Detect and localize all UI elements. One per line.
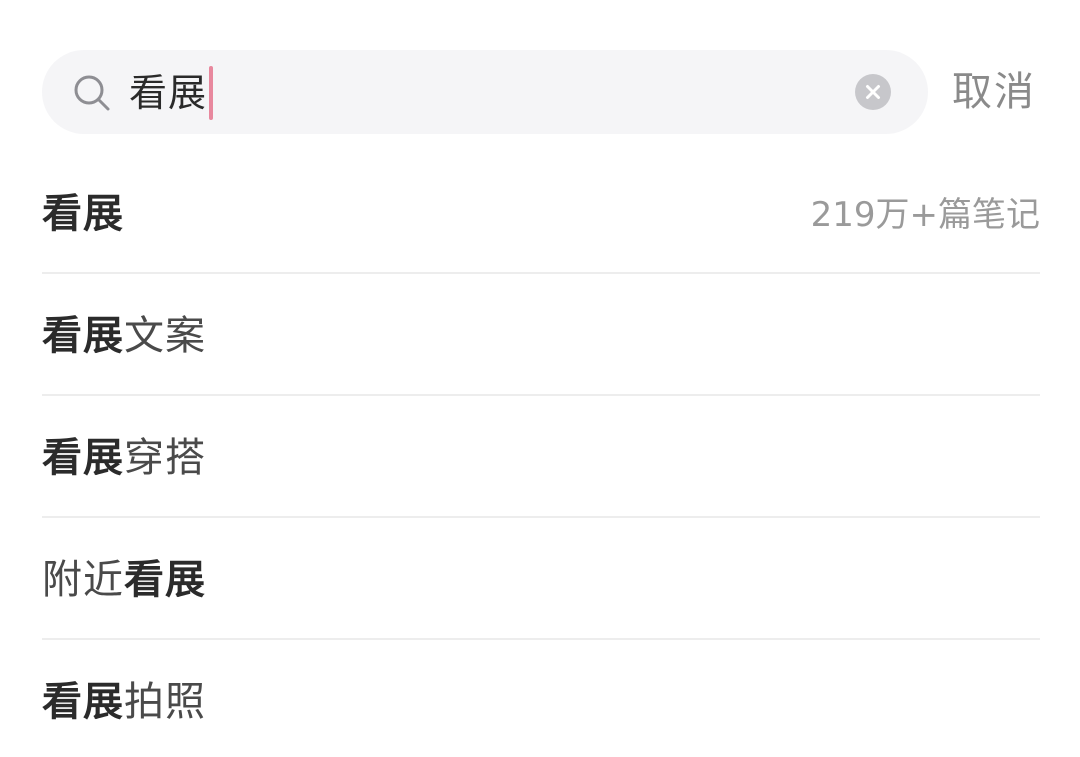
suggestion-item[interactable]: 看展文案 [42,274,1040,396]
suggestion-label: 看展拍照 [42,674,206,730]
suggestion-label: 看展文案 [42,308,206,364]
search-input[interactable]: 看展 [129,66,214,120]
search-query-text: 看展 [129,71,208,115]
suggestion-highlight: 看展 [42,313,124,359]
suggestion-suffix: 拍照 [124,679,206,725]
suggestion-label: 附近看展 [42,552,206,608]
clear-icon [866,85,880,99]
search-page: 看展 取消 看展 219万+篇笔记 看展文案 看展穿搭 附近看展 看展拍照 [0,0,1080,757]
suggestion-suffix: 穿搭 [124,435,206,481]
suggestion-highlight: 看展 [124,557,206,603]
suggestion-list: 看展 219万+篇笔记 看展文案 看展穿搭 附近看展 看展拍照 [42,152,1040,757]
suggestion-highlight: 看展 [42,191,124,237]
note-count: 219万+篇笔记 [810,195,1040,235]
suggestion-suffix: 文案 [124,313,206,359]
suggestion-item[interactable]: 看展 219万+篇笔记 [42,152,1040,274]
suggestion-label: 看展穿搭 [42,430,206,486]
suggestion-prefix: 附近 [42,557,124,603]
text-caret [209,66,214,120]
suggestion-item[interactable]: 附近看展 [42,518,1040,640]
suggestion-label: 看展 [42,186,124,242]
clear-search-button[interactable] [855,74,891,110]
suggestion-highlight: 看展 [42,679,124,725]
suggestion-highlight: 看展 [42,435,124,481]
suggestion-item[interactable]: 看展穿搭 [42,396,1040,518]
suggestion-item[interactable]: 看展拍照 [42,640,1040,757]
cancel-button[interactable]: 取消 [952,64,1036,120]
search-icon [74,75,110,111]
